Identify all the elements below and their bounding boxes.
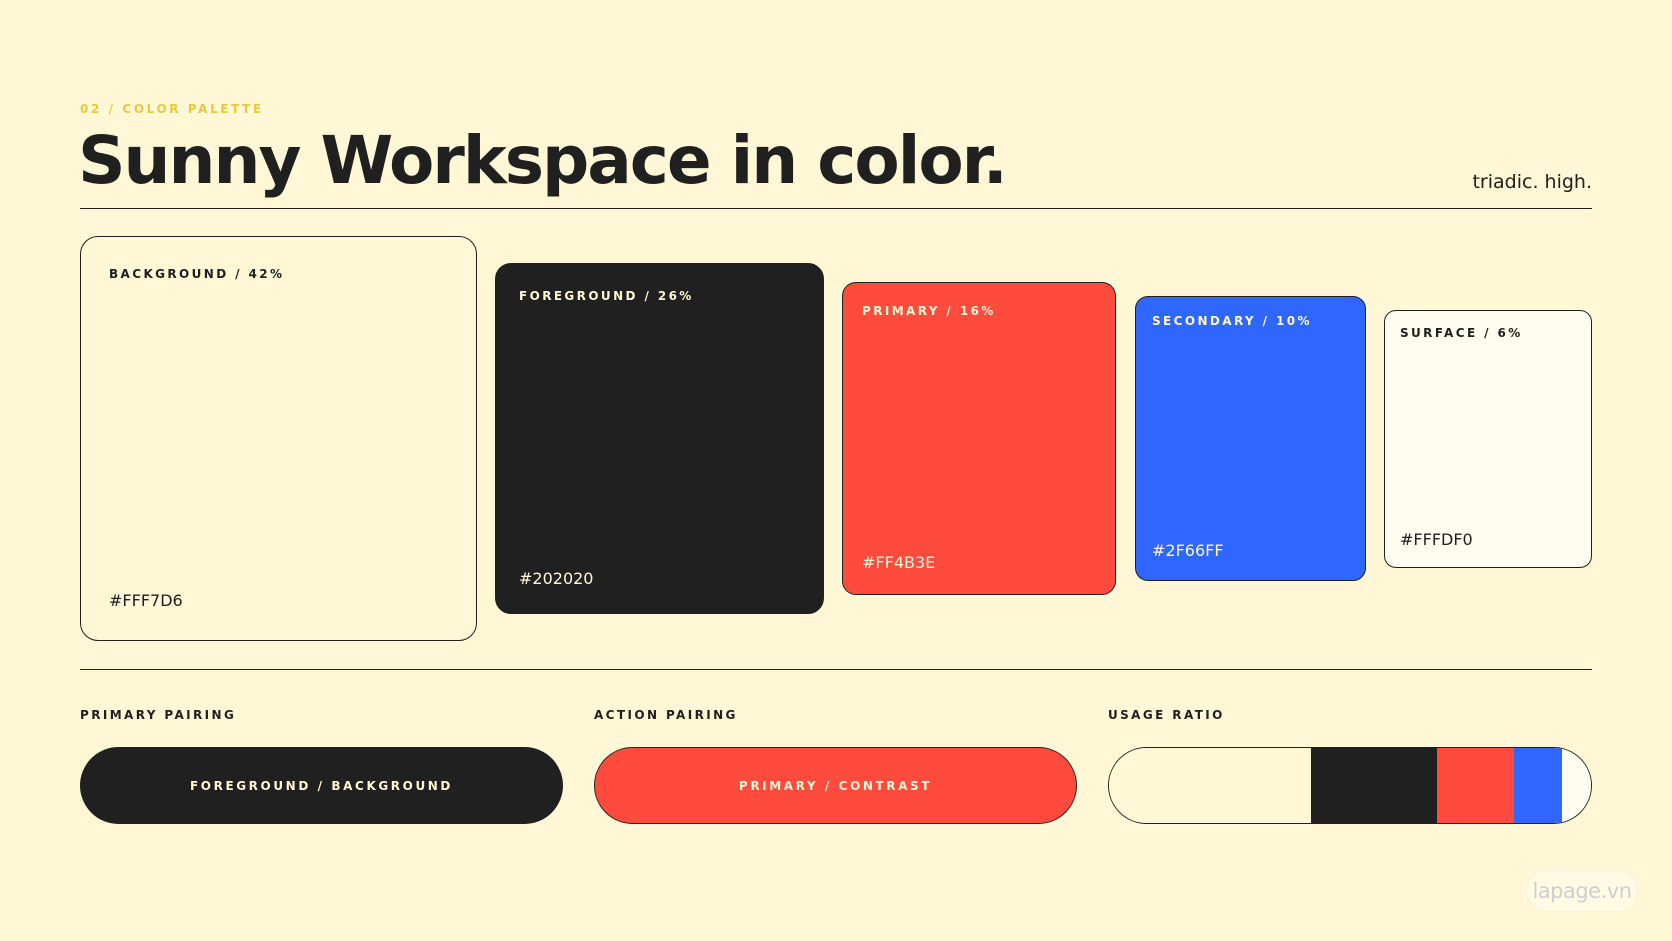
usage-ratio-bar xyxy=(1108,747,1592,824)
swatch-hex: #FF4B3E xyxy=(862,553,936,572)
usage-segment xyxy=(1109,748,1312,823)
primary-pairing-label: PRIMARY PAIRING xyxy=(80,708,237,722)
pill-label: FOREGROUND / BACKGROUND xyxy=(190,778,453,793)
swatch-surface: SURFACE / 6% #FFFDF0 xyxy=(1384,310,1592,568)
section-divider xyxy=(80,669,1592,670)
swatch-hex: #FFFDF0 xyxy=(1400,530,1473,549)
swatch-hex: #FFF7D6 xyxy=(109,591,183,610)
usage-segment xyxy=(1562,748,1591,823)
primary-pairing-pill: FOREGROUND / BACKGROUND xyxy=(80,747,563,824)
swatch-label: FOREGROUND / 26% xyxy=(519,289,694,303)
swatch-label: SURFACE / 6% xyxy=(1400,326,1523,340)
usage-segment xyxy=(1513,748,1563,823)
pill-label: PRIMARY / CONTRAST xyxy=(738,778,933,793)
swatch-hex: #2F66FF xyxy=(1152,541,1224,560)
swatch-foreground: FOREGROUND / 26% #202020 xyxy=(495,263,824,614)
swatch-primary: PRIMARY / 16% #FF4B3E xyxy=(842,282,1116,595)
swatch-background: BACKGROUND / 42% #FFF7D6 xyxy=(80,236,477,641)
action-pairing-pill: PRIMARY / CONTRAST xyxy=(594,747,1077,824)
swatch-label: PRIMARY / 16% xyxy=(862,304,996,318)
usage-segment xyxy=(1311,748,1437,823)
swatch-label: SECONDARY / 10% xyxy=(1152,314,1312,328)
swatch-hex: #202020 xyxy=(519,569,594,588)
usage-segment xyxy=(1436,748,1514,823)
swatch-secondary: SECONDARY / 10% #2F66FF xyxy=(1135,296,1366,581)
page-title: Sunny Workspace in color. xyxy=(78,122,1008,199)
usage-ratio-label: USAGE RATIO xyxy=(1108,708,1225,722)
section-eyebrow: 02 / COLOR PALETTE xyxy=(80,102,264,116)
action-pairing-label: ACTION PAIRING xyxy=(594,708,738,722)
title-divider xyxy=(80,208,1592,209)
swatch-label: BACKGROUND / 42% xyxy=(109,267,285,281)
palette-tagline: triadic. high. xyxy=(1472,171,1592,193)
watermark: lapage.vn xyxy=(1526,870,1638,912)
